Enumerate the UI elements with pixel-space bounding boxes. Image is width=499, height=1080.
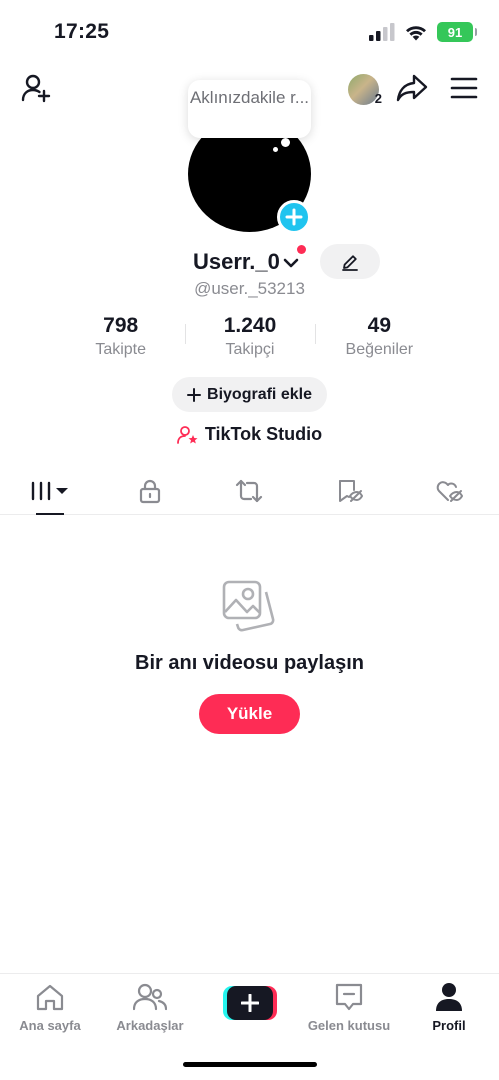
note-bubble-tail-small [273,147,278,152]
plus-icon [241,994,259,1012]
status-icons: 91 [369,22,477,42]
nav-home-label: Ana sayfa [19,1018,81,1033]
tab-saved[interactable] [299,468,399,514]
profile-stats: 798 Takipte 1.240 Takipçi 49 Beğeniler [56,314,444,360]
tab-videos[interactable] [0,468,100,515]
nav-friends-label: Arkadaşlar [116,1018,184,1033]
friends-stories-button[interactable]: 2 [344,70,382,108]
upload-button[interactable]: Yükle [199,694,300,734]
hamburger-menu-icon [450,77,478,99]
empty-state-title: Bir anı videosu paylaşın [135,652,364,674]
stat-label: Takipte [95,341,147,358]
bookmark-hidden-icon [339,480,364,502]
grid-bars-icon [31,481,68,501]
battery-level: 91 [447,24,463,40]
content-tabs [0,468,499,515]
name-row: Userr._0 [0,244,499,280]
share-profile-button[interactable] [394,70,430,106]
username: @user._53213 [194,279,305,298]
add-friend-button[interactable] [18,70,54,106]
menu-button[interactable] [446,70,482,106]
stat-value: 1.240 [223,314,277,337]
display-name[interactable]: Userr._0 [193,249,280,275]
stat-following[interactable]: 798 Takipte [56,314,185,360]
nav-inbox-label: Gelen kutusu [307,1018,391,1033]
lock-icon [139,479,160,504]
notification-dot [297,245,306,254]
stat-label: Takipçi [225,341,275,358]
studio-icon [176,425,198,444]
tab-liked[interactable] [399,468,499,514]
home-indicator [183,1062,317,1067]
stat-label: Beğeniler [345,341,414,358]
signal-icon [369,23,395,41]
upload-label: Yükle [226,704,273,723]
stat-likes[interactable]: 49 Beğeniler [314,314,444,360]
nav-profile-label: Profil [432,1018,466,1033]
heart-hidden-icon [436,481,464,502]
add-bio-label: Biyografi ekle [207,385,312,403]
stat-value: 798 [103,314,139,337]
add-story-button[interactable] [277,200,311,234]
plus-icon [187,387,202,402]
plus-icon [285,208,303,226]
photos-icon [222,580,275,632]
add-user-icon [21,74,51,103]
tab-reposts[interactable] [200,468,300,514]
note-placeholder: Aklınızdakile r... [189,88,310,107]
share-icon [396,74,428,102]
friend-count: 2 [374,91,382,106]
tiktok-studio-link[interactable]: TikTok Studio [0,424,499,445]
battery-indicator: 91 [437,22,477,42]
add-bio-button[interactable]: Biyografi ekle [172,377,327,412]
nav-home[interactable]: Ana sayfa [0,982,100,1033]
chevron-down-icon[interactable] [282,254,300,272]
tab-private[interactable] [100,468,200,514]
nav-friends[interactable]: Arkadaşlar [100,982,200,1033]
status-time: 17:25 [54,20,110,43]
nav-inbox[interactable]: Gelen kutusu [299,982,399,1033]
inbox-icon [335,983,363,1011]
note-bubble-tail [281,138,290,147]
create-button[interactable] [223,986,277,1020]
stat-followers[interactable]: 1.240 Takipçi [185,314,314,360]
tiktok-studio-label: TikTok Studio [204,424,323,444]
repost-icon [236,479,263,503]
nav-profile[interactable]: Profil [399,982,499,1033]
status-bar: 17:25 91 [0,0,499,60]
friends-icon [133,983,167,1011]
profile-icon [436,983,462,1011]
pencil-icon [342,254,358,271]
wifi-icon [406,25,426,40]
edit-profile-button[interactable] [320,244,380,279]
home-icon [36,984,64,1011]
stat-value: 49 [367,314,391,337]
note-bubble[interactable]: Aklınızdakile r... [188,80,311,138]
